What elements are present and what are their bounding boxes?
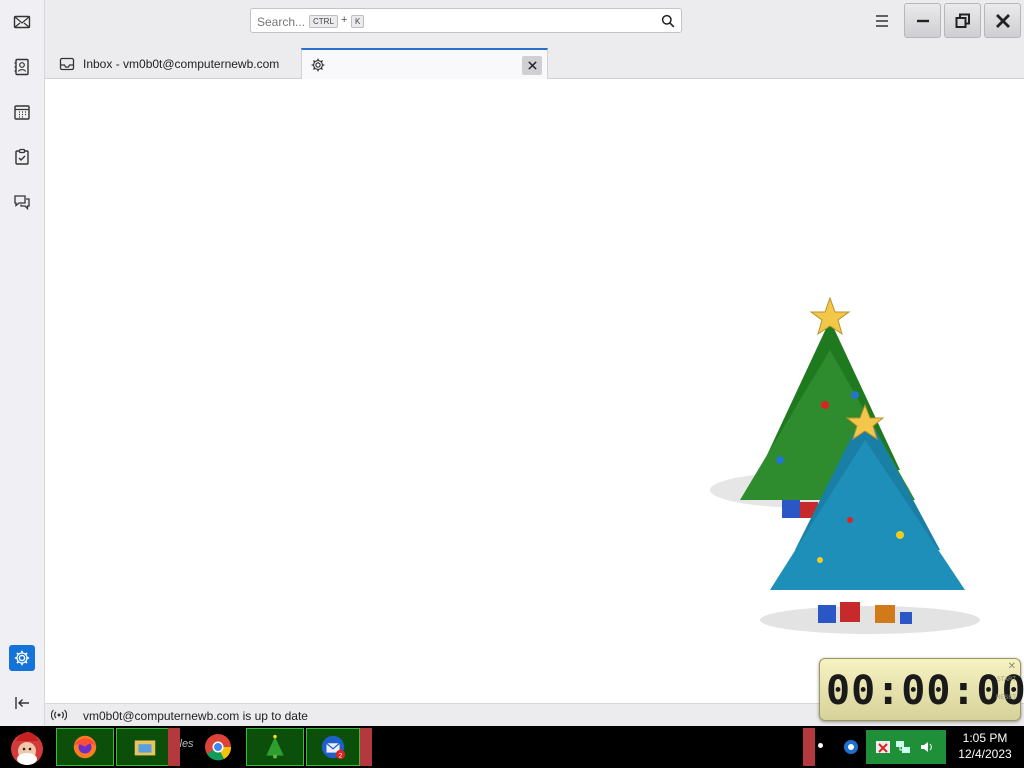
minimize-icon	[916, 19, 929, 22]
shortcut-key-k: K	[351, 15, 365, 28]
taskbar-firefox[interactable]	[56, 728, 114, 766]
taskbar-separator	[360, 728, 372, 766]
taskbar: files 2 1:05 PM 12/4/2023	[0, 726, 1024, 768]
tab-inbox[interactable]: Inbox - vm0b0t@computernewb.com	[51, 48, 296, 79]
tab-settings[interactable]	[301, 48, 548, 79]
inbox-icon	[59, 57, 75, 70]
settings-gear-icon[interactable]	[9, 645, 35, 671]
shortcut-plus: +	[341, 14, 348, 26]
restore-icon	[955, 13, 970, 28]
address-book-icon[interactable]	[9, 54, 35, 80]
start-button-santa-icon[interactable]	[2, 727, 52, 767]
svg-text:2: 2	[338, 751, 342, 759]
timer-start-button[interactable]: START	[997, 677, 1016, 683]
close-icon	[995, 13, 1010, 28]
taskbar-clock[interactable]: 1:05 PM 12/4/2023	[946, 730, 1024, 764]
stopwatch-gadget[interactable]: 00:00:00 ✕ START RESET	[819, 658, 1024, 721]
timer-reset-button[interactable]: RESET	[996, 695, 1016, 701]
thunderbird-icon: 2	[321, 735, 346, 759]
tab-bar: Inbox - vm0b0t@computernewb.com	[45, 44, 1024, 79]
clock-date: 12/4/2023	[958, 747, 1012, 761]
tray-dot-icon	[818, 743, 823, 748]
minimize-button[interactable]	[904, 3, 941, 38]
chat-icon[interactable]	[9, 189, 35, 215]
chrome-icon	[205, 734, 232, 761]
taskbar-separator	[803, 728, 815, 766]
status-text: vm0b0t@computernewb.com is up to date	[83, 709, 308, 723]
title-bar: Search... CTRL + K	[45, 0, 1024, 44]
gear-icon	[311, 58, 325, 71]
christmas-tree-decoration	[710, 296, 980, 634]
calendar-icon[interactable]	[9, 99, 35, 125]
network-shield-icon[interactable]	[842, 738, 860, 756]
clock-time: 1:05 PM	[962, 731, 1008, 745]
close-window-button[interactable]	[984, 3, 1021, 38]
christmas-tree-icon	[266, 734, 284, 759]
tray-volume-icon[interactable]	[918, 738, 936, 756]
tab-inbox-label: Inbox - vm0b0t@computernewb.com	[83, 56, 280, 71]
search-box[interactable]: Search... CTRL + K	[250, 8, 682, 33]
timer-display: 00:00:00	[826, 668, 1024, 714]
gadget-close-icon[interactable]: ✕	[1008, 661, 1016, 672]
system-tray	[866, 730, 946, 764]
search-icon[interactable]	[661, 14, 675, 28]
mail-icon[interactable]	[9, 9, 35, 35]
taskbar-chrome[interactable]	[193, 728, 243, 766]
taskbar-separator	[168, 728, 180, 766]
close-icon	[527, 61, 537, 70]
restore-button[interactable]	[944, 3, 981, 38]
file-explorer-icon	[134, 740, 156, 756]
spaces-toolbar	[0, 0, 45, 726]
shortcut-key-ctrl: CTRL	[309, 15, 338, 28]
tab-close-button[interactable]	[522, 56, 542, 75]
hamburger-menu-icon[interactable]	[871, 11, 893, 31]
firefox-icon	[73, 735, 97, 759]
tray-network-icon[interactable]	[894, 738, 912, 756]
collapse-toolbar-icon[interactable]	[9, 690, 35, 716]
search-placeholder: Search...	[257, 15, 306, 29]
tasks-icon[interactable]	[9, 144, 35, 170]
taskbar-file-explorer[interactable]	[116, 728, 174, 766]
tray-alert-icon[interactable]	[874, 738, 892, 756]
online-status-icon[interactable]	[51, 709, 67, 721]
taskbar-christmas-tree[interactable]	[246, 728, 304, 766]
taskbar-thunderbird[interactable]: 2	[306, 728, 360, 766]
